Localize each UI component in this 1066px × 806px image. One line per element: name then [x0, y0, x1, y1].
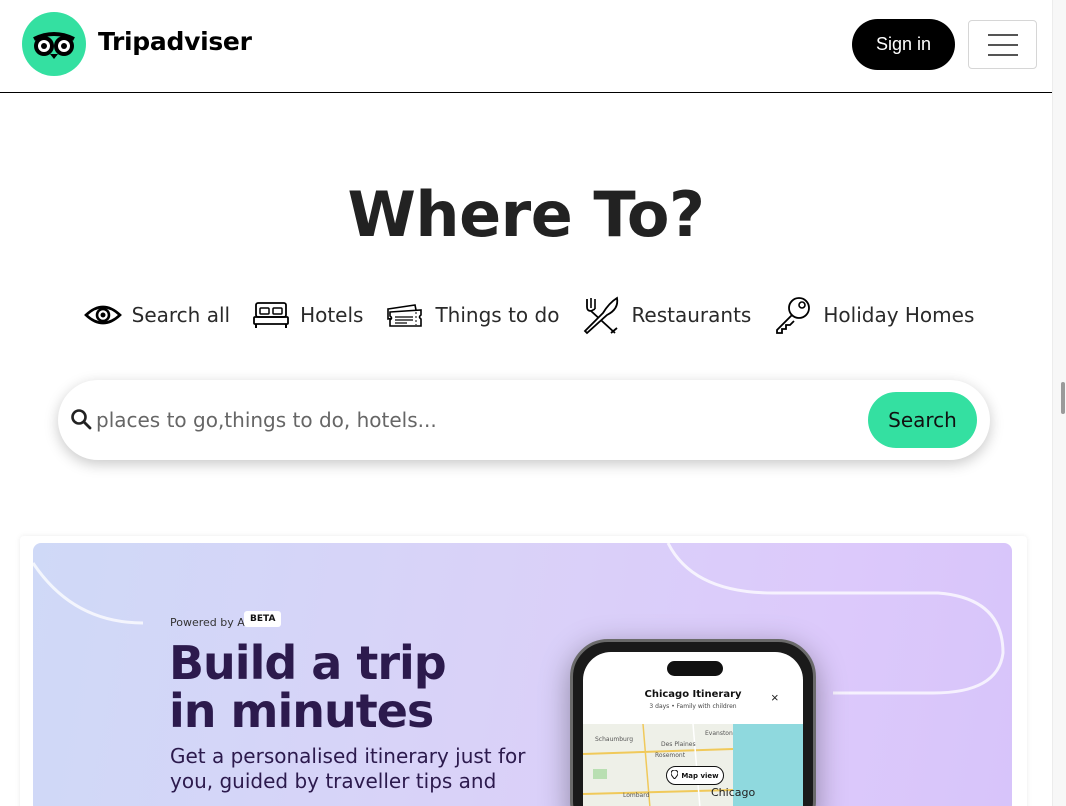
- page-title: Where To?: [347, 178, 705, 251]
- itinerary-title: Chicago Itinerary: [644, 689, 742, 700]
- phone-notch: [667, 661, 723, 676]
- beta-badge: BETA: [244, 611, 282, 627]
- banner-headline: Build a trip in minutes: [169, 636, 447, 738]
- tab-hotels[interactable]: Hotels: [252, 292, 363, 338]
- map-label: Des Plaines: [661, 741, 696, 748]
- tab-things-to-do[interactable]: Things to do: [385, 292, 559, 338]
- tab-search-all[interactable]: Search all: [83, 292, 231, 338]
- bed-icon: [252, 300, 290, 330]
- fork-knife-icon: [581, 295, 621, 335]
- city-label: Chicago: [711, 786, 756, 799]
- hamburger-icon[interactable]: [968, 20, 1037, 69]
- owl-eyes-icon[interactable]: [22, 12, 86, 76]
- tab-label: Hotels: [300, 303, 364, 327]
- headline-line: Build a trip: [169, 636, 447, 690]
- search-icon: [70, 408, 92, 435]
- site-header: Tripadviser Sign in: [0, 0, 1052, 93]
- search-category-tabs: Search all Hotels Things to do Restauran…: [0, 292, 1052, 338]
- scrollbar-thumb[interactable]: [1061, 382, 1065, 414]
- brand-name[interactable]: Tripadviser: [98, 27, 252, 56]
- ai-trip-builder-banner[interactable]: Powered by AI BETA Build a trip in minut…: [33, 543, 1012, 806]
- tab-holiday-homes[interactable]: Holiday Homes: [773, 292, 974, 338]
- map-view-button: Map view: [666, 766, 724, 785]
- tab-label: Restaurants: [631, 303, 752, 327]
- map-preview: Schaumburg Des Plaines Evanston Rosemont…: [583, 724, 803, 806]
- tab-label: Search all: [131, 303, 231, 327]
- itinerary-subtitle: 3 days • Family with children: [649, 703, 737, 710]
- eye-icon: [83, 303, 122, 327]
- banner-subtext: Get a personalised itinerary just for yo…: [170, 744, 526, 793]
- tab-restaurants[interactable]: Restaurants: [581, 292, 751, 338]
- key-icon: [773, 295, 813, 335]
- map-view-label: Map view: [681, 771, 719, 780]
- map-label: Schaumburg: [595, 736, 634, 743]
- location-pin-icon: [670, 769, 679, 781]
- ticket-icon: [385, 300, 425, 330]
- search-input[interactable]: [96, 402, 856, 438]
- search-bar: Search: [58, 380, 990, 460]
- search-button[interactable]: Search: [868, 392, 977, 448]
- map-label: Lombard: [623, 792, 650, 799]
- map-label: Rosemont: [655, 752, 686, 759]
- powered-by-label: Powered by AI: [170, 616, 249, 629]
- phone-mockup: Chicago Itinerary 3 days • Family with c…: [570, 639, 816, 806]
- phone-screen: Chicago Itinerary 3 days • Family with c…: [583, 652, 803, 806]
- map-label: Evanston: [705, 730, 733, 737]
- close-icon: ×: [771, 690, 779, 705]
- tab-label: Holiday Homes: [823, 303, 975, 327]
- headline-line: in minutes: [169, 684, 434, 738]
- sign-in-button[interactable]: Sign in: [852, 19, 955, 70]
- tab-label: Things to do: [435, 303, 560, 327]
